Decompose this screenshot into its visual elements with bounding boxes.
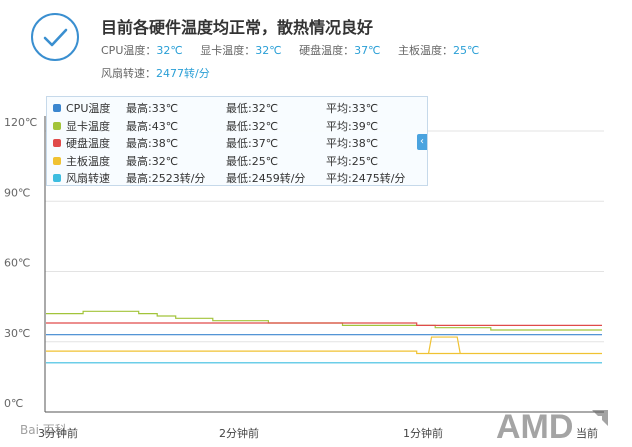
legend-max-value: 最高:33℃ — [126, 102, 179, 115]
series-line — [46, 350, 602, 355]
x-axis-tick-label: 1分钟前 — [403, 426, 443, 440]
x-axis-tick-label: 2分钟前 — [219, 426, 259, 440]
legend-swatch — [53, 139, 61, 147]
legend-collapse-button[interactable]: ‹ — [417, 134, 427, 150]
legend-series-name: 风扇转速 — [66, 172, 110, 185]
legend-min-value: 最低:32℃ — [226, 119, 279, 133]
legend-series-name: 主板温度 — [66, 154, 110, 168]
legend-avg-value: 平均:2475转/分 — [326, 172, 406, 185]
svg-text:AMD: AMD — [496, 408, 573, 444]
legend-series-name: 硬盘温度 — [66, 137, 110, 150]
y-axis-tick-label: 60℃ — [4, 257, 30, 270]
legend-max-value: 最高:2523转/分 — [126, 172, 206, 185]
legend-max-value: 最高:32℃ — [126, 154, 179, 168]
series-line — [46, 310, 602, 331]
legend-min-value: 最低:32℃ — [226, 102, 279, 115]
legend-min-value: 最低:2459转/分 — [226, 172, 306, 185]
legend-row: 显卡温度 最高:43℃ 最低:32℃ 平均:39℃ — [53, 118, 427, 136]
series-spike — [427, 336, 461, 354]
legend-series-name: 显卡温度 — [66, 119, 110, 133]
amd-logo: AMD — [496, 408, 608, 444]
series-line — [46, 322, 602, 326]
legend-min-value: 最低:37℃ — [226, 137, 279, 150]
legend-max-value: 最高:38℃ — [126, 137, 179, 150]
y-axis-tick-label: 90℃ — [4, 186, 30, 199]
legend-avg-value: 平均:39℃ — [326, 119, 379, 133]
legend-swatch — [53, 156, 61, 165]
legend-avg-value: 平均:38℃ — [326, 137, 379, 150]
baidu-watermark-text: Bai 百科 — [20, 423, 67, 437]
legend-swatch — [53, 174, 61, 182]
y-axis-tick-label: 0℃ — [4, 397, 23, 410]
temperature-chart: 0℃30℃60℃90℃120℃3分钟前 2分钟前 1分钟前 当前 — [4, 116, 604, 440]
legend-row: 主板温度 最高:32℃ 最低:25℃ 平均:25℃ — [53, 153, 427, 171]
legend-row: CPU温度 最高:33℃ 最低:32℃ 平均:33℃ — [53, 100, 427, 118]
y-axis-tick-label: 120℃ — [4, 116, 37, 129]
chart-legend: CPU温度 最高:33℃ 最低:32℃ 平均:33℃ 显卡温度 最高:43℃ 最低:32℃ 平… — [46, 96, 428, 186]
legend-avg-value: 平均:25℃ — [326, 154, 379, 168]
baidu-watermark: Bai 百科 — [20, 421, 67, 438]
legend-avg-value: 平均:33℃ — [326, 102, 379, 115]
legend-row: 硬盘温度 最高:38℃ 最低:37℃ 平均:38℃ — [53, 135, 427, 153]
legend-swatch — [53, 104, 61, 112]
legend-row: 风扇转速 最高:2523转/分 最低:2459转/分 平均:2475转/分 — [53, 170, 427, 188]
legend-min-value: 最低:25℃ — [226, 154, 279, 168]
y-axis-tick-label: 30℃ — [4, 327, 30, 340]
legend-swatch — [53, 121, 61, 130]
legend-max-value: 最高:43℃ — [126, 119, 179, 133]
legend-series-name: CPU温度 — [66, 102, 111, 115]
